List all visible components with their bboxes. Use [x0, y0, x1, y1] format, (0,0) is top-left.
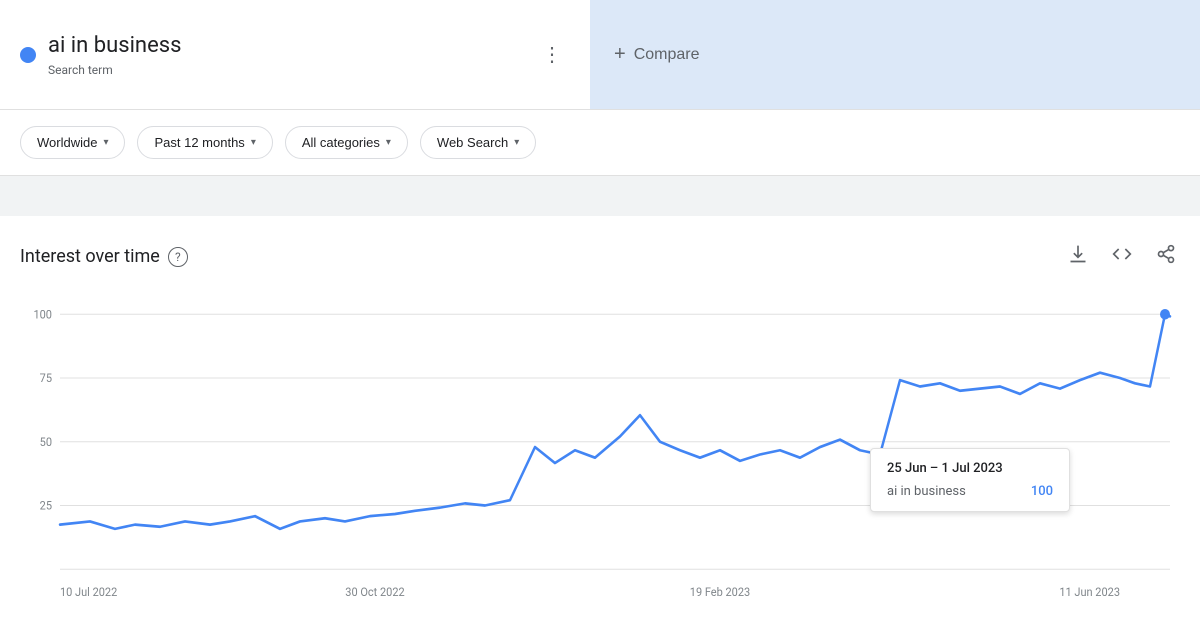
- search-type-chevron-icon: ▾: [514, 137, 519, 148]
- download-button[interactable]: [1064, 240, 1092, 273]
- search-term-left: ai in business Search term: [20, 32, 181, 77]
- region-filter-label: Worldwide: [37, 135, 97, 150]
- search-term-text: ai in business Search term: [48, 32, 181, 77]
- search-term-title: ai in business: [48, 32, 181, 61]
- region-filter-button[interactable]: Worldwide ▾: [20, 126, 125, 159]
- term-color-dot: [20, 47, 36, 63]
- tooltip-term: ai in business: [887, 484, 966, 499]
- svg-text:10 Jul 2022: 10 Jul 2022: [60, 584, 117, 598]
- filters-bar: Worldwide ▾ Past 12 months ▾ All categor…: [0, 110, 1200, 176]
- search-term-type: Search term: [48, 63, 181, 77]
- svg-text:25: 25: [40, 498, 52, 512]
- embed-icon: [1112, 244, 1132, 264]
- help-icon[interactable]: ?: [168, 247, 188, 267]
- svg-text:75: 75: [40, 371, 52, 385]
- download-icon: [1068, 244, 1088, 264]
- tooltip-row: ai in business 100: [887, 484, 1053, 499]
- tooltip-date: 25 Jun – 1 Jul 2023: [887, 461, 1053, 476]
- embed-button[interactable]: [1108, 240, 1136, 273]
- plus-icon: +: [614, 43, 626, 66]
- tooltip-box: 25 Jun – 1 Jul 2023 ai in business 100: [870, 448, 1070, 512]
- category-chevron-icon: ▾: [386, 137, 391, 148]
- svg-text:30 Oct 2022: 30 Oct 2022: [345, 584, 404, 598]
- search-type-filter-button[interactable]: Web Search ▾: [420, 126, 536, 159]
- chart-title-area: Interest over time ?: [20, 246, 188, 267]
- chart-header: Interest over time ?: [20, 240, 1180, 273]
- three-dot-icon: ⋮: [542, 42, 562, 67]
- top-bar: ai in business Search term ⋮ + Compare: [0, 0, 1200, 110]
- svg-text:19 Feb 2023: 19 Feb 2023: [690, 584, 750, 598]
- chart-title: Interest over time: [20, 246, 160, 267]
- compare-section: + Compare: [590, 0, 1200, 109]
- compare-label: Compare: [634, 46, 700, 64]
- svg-text:100: 100: [33, 307, 52, 321]
- category-filter-label: All categories: [302, 135, 380, 150]
- period-chevron-icon: ▾: [251, 137, 256, 148]
- share-icon: [1156, 244, 1176, 264]
- chart-section: Interest over time ?: [0, 216, 1200, 643]
- search-term-card: ai in business Search term ⋮: [0, 0, 590, 109]
- chart-actions: [1064, 240, 1180, 273]
- tooltip-value: 100: [1031, 484, 1053, 499]
- search-type-filter-label: Web Search: [437, 135, 508, 150]
- svg-text:11 Jun 2023: 11 Jun 2023: [1059, 584, 1120, 598]
- region-chevron-icon: ▾: [103, 137, 108, 148]
- category-filter-button[interactable]: All categories ▾: [285, 126, 408, 159]
- period-filter-button[interactable]: Past 12 months ▾: [137, 126, 272, 159]
- svg-text:50: 50: [40, 435, 52, 449]
- share-button[interactable]: [1152, 240, 1180, 273]
- chart-container: 100 75 50 25 10 Jul 2022 30 Oct 2022 19 …: [20, 293, 1180, 633]
- period-filter-label: Past 12 months: [154, 135, 244, 150]
- compare-button[interactable]: + Compare: [614, 43, 700, 66]
- gray-band: [0, 176, 1200, 216]
- more-options-button[interactable]: ⋮: [534, 34, 570, 75]
